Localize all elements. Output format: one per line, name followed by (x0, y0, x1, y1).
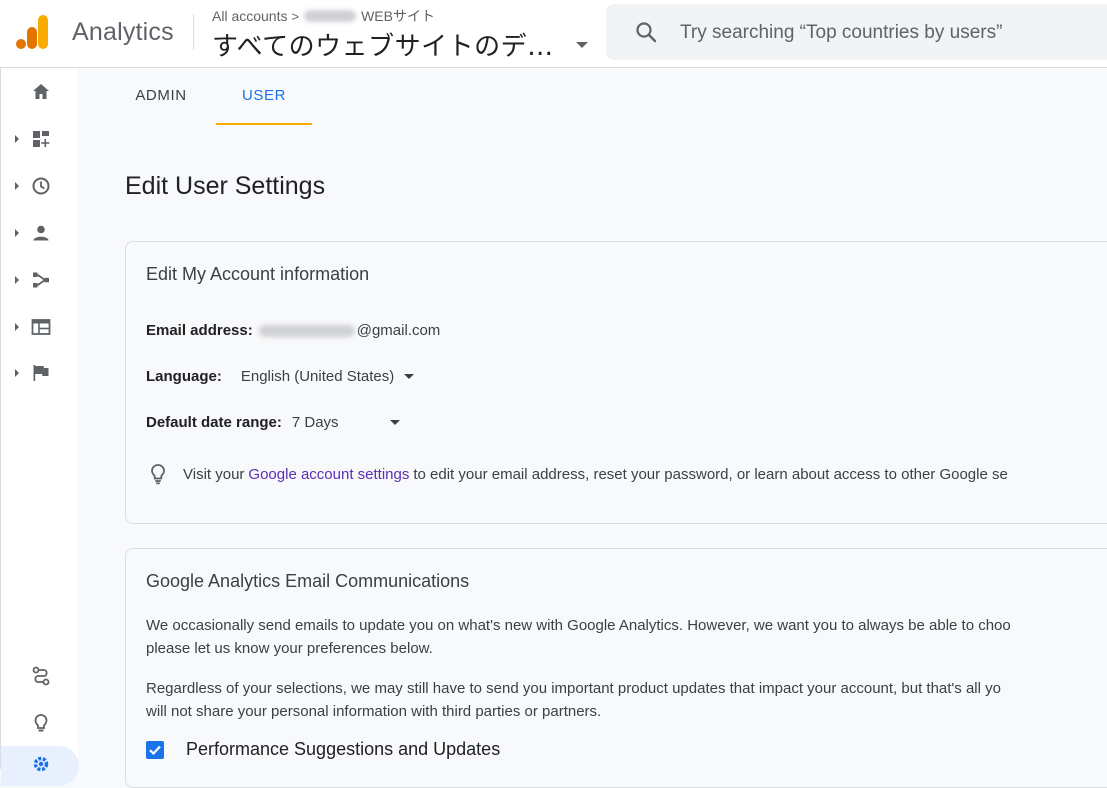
home-icon (33, 84, 49, 99)
nav-user[interactable] (1, 213, 79, 253)
email-disclaimer-paragraph: Regardless of your selections, we may st… (146, 677, 1107, 723)
lightbulb-icon (34, 714, 48, 732)
tab-user[interactable]: USER (216, 68, 312, 124)
left-nav-rail (0, 68, 79, 786)
search-icon[interactable] (634, 20, 658, 44)
caret-right-icon (15, 135, 19, 143)
date-range-value: 7 Days (291, 414, 339, 431)
email-disclaimer-line-1: Regardless of your selections, we may st… (146, 680, 1001, 697)
property-name: すべてのウェブサイトのデ… (212, 32, 554, 62)
chevron-down-icon (575, 41, 588, 48)
breadcrumb-account-suffix: WEBサイト (361, 8, 435, 24)
top-app-bar: Analytics All accounts > WEBサイト すべてのウェブサ… (0, 0, 1107, 68)
language-row: Language: English (United States) (146, 368, 415, 385)
clock-icon (32, 177, 50, 195)
google-account-settings-link[interactable]: Google account settings (248, 466, 409, 483)
caret-right-icon (15, 369, 19, 377)
caret-right-icon (15, 323, 19, 331)
info-prefix: Visit your (183, 465, 245, 483)
breadcrumb-all-accounts[interactable]: All accounts (212, 8, 287, 24)
email-disclaimer-line-2: will not share your personal information… (146, 703, 602, 720)
card-title: Google Analytics Email Communications (146, 571, 470, 591)
chevron-down-icon (389, 420, 400, 425)
email-domain: @gmail.com (356, 322, 441, 339)
search-bar[interactable] (606, 4, 1107, 60)
nav-events[interactable] (1, 353, 79, 393)
lightbulb-icon (151, 464, 165, 485)
active-tab-indicator (216, 123, 312, 125)
account-info-card: Edit My Account information Email addres… (125, 241, 1107, 524)
route-icon (32, 666, 50, 686)
date-range-label: Default date range: (146, 414, 282, 431)
product-name: Analytics (72, 18, 174, 46)
gear-icon (33, 756, 49, 772)
nav-home[interactable] (1, 72, 79, 112)
checkbox-label: Performance Suggestions and Updates (186, 739, 501, 759)
flag-icon (33, 365, 49, 381)
email-intro-paragraph: We occasionally send emails to update yo… (146, 614, 1107, 660)
date-range-row: Default date range: 7 Days (146, 414, 400, 431)
property-selector[interactable]: すべてのウェブサイトのデ… (212, 26, 588, 63)
redacted-account-name (304, 10, 357, 22)
analytics-logo-icon[interactable] (16, 14, 50, 50)
language-select[interactable]: English (United States) (240, 368, 415, 385)
checkmark-icon (149, 745, 161, 755)
language-value: English (United States) (240, 368, 395, 385)
breadcrumb-separator: > (291, 8, 300, 24)
nav-route[interactable] (1, 656, 79, 696)
account-settings-info: Visit your Google account settings to ed… (146, 462, 1008, 486)
caret-right-icon (15, 276, 19, 284)
nav-realtime[interactable] (1, 166, 79, 206)
redacted-email-user (258, 324, 355, 337)
chevron-down-icon (404, 374, 415, 379)
email-row: Email address: @gmail.com (146, 322, 440, 339)
nav-insights[interactable] (1, 703, 79, 743)
dashboard-add-icon (33, 131, 50, 147)
search-input[interactable] (678, 16, 1107, 50)
performance-suggestions-checkbox[interactable] (146, 740, 164, 759)
caret-right-icon (15, 182, 19, 190)
table-icon (31, 319, 51, 335)
nav-configure[interactable] (1, 307, 79, 347)
header-divider (193, 14, 194, 50)
date-range-select[interactable]: 7 Days (292, 414, 400, 431)
email-intro-line-1: We occasionally send emails to update yo… (146, 617, 1011, 634)
funnel-path-icon (33, 272, 49, 288)
language-label: Language: (146, 368, 222, 385)
performance-suggestions-option[interactable]: Performance Suggestions and Updates (146, 739, 500, 760)
nav-explore[interactable] (1, 260, 79, 300)
email-intro-line-2: please let us know your preferences belo… (146, 640, 433, 657)
caret-right-icon (15, 229, 19, 237)
breadcrumb[interactable]: All accounts > WEBサイト (212, 6, 435, 26)
card-title: Edit My Account information (146, 264, 370, 284)
info-suffix: to edit your email address, reset your p… (413, 465, 1008, 483)
person-icon (33, 225, 49, 241)
email-communications-card: Google Analytics Email Communications We… (125, 548, 1107, 788)
email-label: Email address: (146, 322, 253, 339)
page-title: Edit User Settings (125, 172, 326, 200)
tab-admin[interactable]: ADMIN (110, 68, 212, 124)
nav-admin-settings[interactable] (1, 746, 79, 786)
nav-reports-snapshot[interactable] (1, 119, 79, 159)
